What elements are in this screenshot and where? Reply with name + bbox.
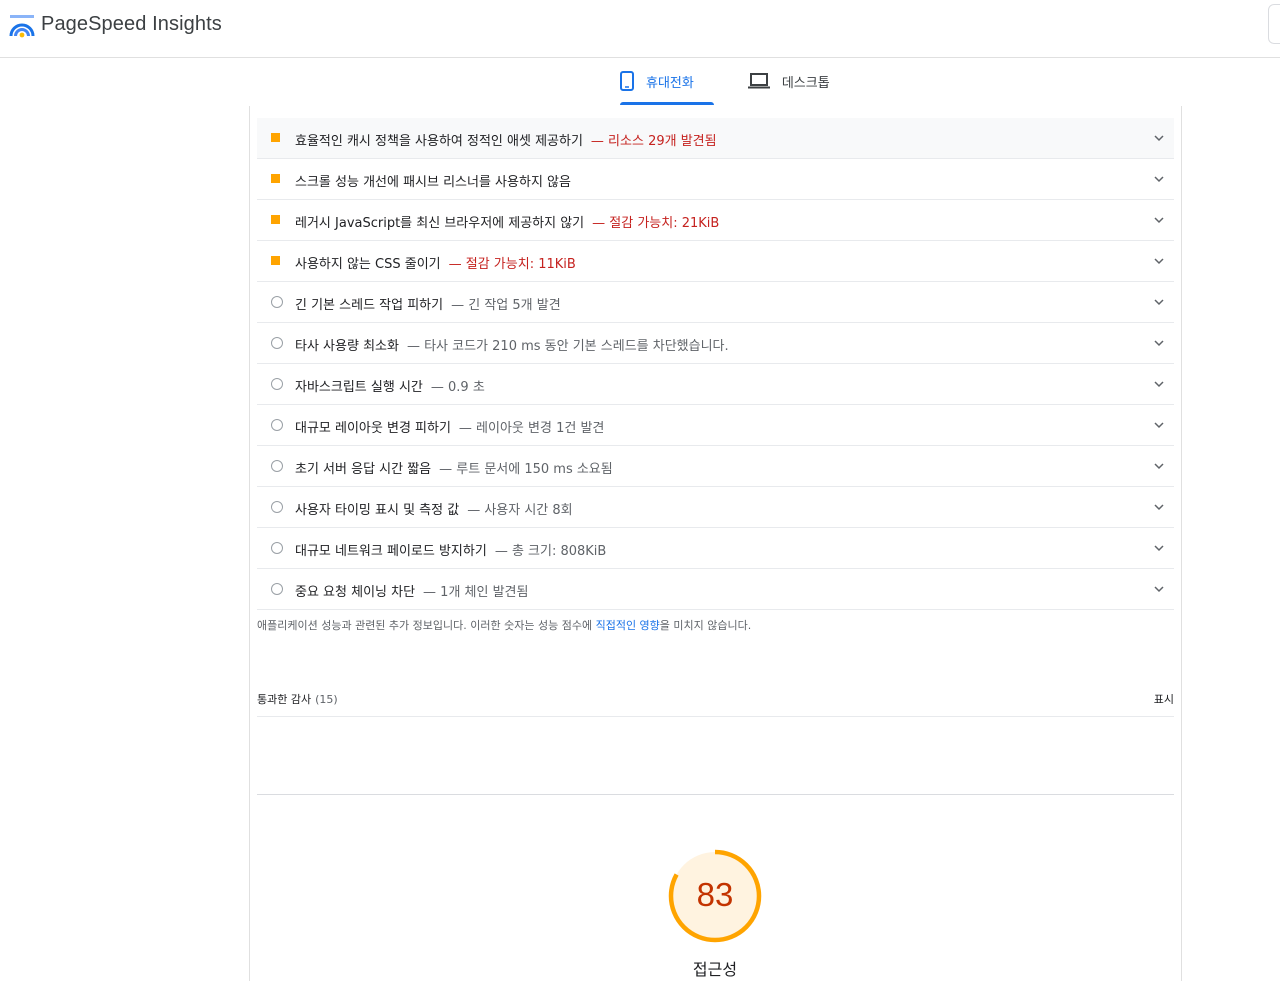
audit-row[interactable]: 타사 사용량 최소화 — 타사 코드가 210 ms 동안 기본 스레드를 차단했… bbox=[257, 323, 1174, 364]
chevron-down-icon[interactable] bbox=[1152, 541, 1166, 555]
audit-title: 타사 사용량 최소화 bbox=[295, 339, 399, 354]
section-divider bbox=[257, 794, 1174, 795]
informative-circle-icon bbox=[271, 583, 283, 595]
audit-display-value: — 총 크기: 808KiB bbox=[494, 544, 607, 559]
audit-display-value: — 리소스 29개 발견됨 bbox=[590, 134, 717, 149]
chevron-down-icon[interactable] bbox=[1152, 418, 1166, 432]
audit-title: 중요 요청 체이닝 차단 bbox=[295, 585, 416, 600]
chevron-down-icon[interactable] bbox=[1152, 213, 1166, 227]
chevron-down-icon[interactable] bbox=[1152, 131, 1166, 145]
chevron-down-icon[interactable] bbox=[1152, 295, 1166, 309]
tab-desktop-label: 데스크톱 bbox=[781, 75, 830, 91]
audit-row[interactable]: 긴 기본 스레드 작업 피하기 — 긴 작업 5개 발견 bbox=[257, 282, 1174, 323]
chevron-down-icon[interactable] bbox=[1152, 254, 1166, 268]
show-passed-audits-toggle[interactable]: 표시 bbox=[1154, 691, 1174, 707]
audit-row[interactable]: 대규모 네트워크 페이로드 방지하기 — 총 크기: 808KiB bbox=[257, 528, 1174, 569]
audit-display-value: — 0.9 초 bbox=[430, 380, 485, 395]
informative-circle-icon bbox=[271, 542, 283, 554]
audit-title: 긴 기본 스레드 작업 피하기 bbox=[295, 298, 444, 313]
audit-title: 초기 서버 응답 시간 짧음 bbox=[295, 462, 432, 477]
audit-display-value: — 사용자 시간 8회 bbox=[467, 503, 573, 518]
pagespeed-logo-icon[interactable] bbox=[9, 14, 35, 38]
chevron-down-icon[interactable] bbox=[1152, 336, 1166, 350]
device-tabs: 휴대전화 데스크톱 bbox=[600, 58, 850, 106]
audit-display-value: — 타사 코드가 210 ms 동안 기본 스레드를 차단했습니다. bbox=[406, 339, 729, 354]
note-text: 애플리케이션 성능과 관련된 추가 정보입니다. 이러한 숫자는 성능 점수에 bbox=[257, 619, 596, 632]
audit-row[interactable]: 대규모 레이아웃 변경 피하기 — 레이아웃 변경 1건 발견 bbox=[257, 405, 1174, 446]
audit-row[interactable]: 사용하지 않는 CSS 줄이기 — 절감 가능치: 11KiB bbox=[257, 241, 1174, 282]
laptop-icon bbox=[747, 73, 770, 89]
audit-display-value: — 절감 가능치: 11KiB bbox=[448, 257, 576, 272]
accessibility-category-label[interactable]: 접근성 bbox=[640, 956, 790, 980]
brand-title[interactable]: PageSpeed Insights bbox=[41, 13, 222, 36]
passed-audits-group[interactable]: 통과한 감사 (15) 표시 bbox=[257, 681, 1174, 717]
tab-mobile[interactable]: 휴대전화 bbox=[600, 58, 714, 105]
header-right-edge bbox=[1268, 4, 1280, 44]
app-header: PageSpeed Insights bbox=[0, 0, 1280, 58]
note-text-end: 을 미치지 않습니다. bbox=[659, 619, 752, 632]
audit-display-value: — 긴 작업 5개 발견 bbox=[451, 298, 561, 313]
diagnostics-note: 애플리케이션 성능과 관련된 추가 정보입니다. 이러한 숫자는 성능 점수에 … bbox=[257, 617, 751, 633]
chevron-down-icon[interactable] bbox=[1152, 500, 1166, 514]
informative-circle-icon bbox=[271, 419, 283, 431]
audit-display-value: — 절감 가능치: 21KiB bbox=[592, 216, 720, 231]
informative-circle-icon bbox=[271, 337, 283, 349]
tab-desktop[interactable]: 데스크톱 bbox=[728, 58, 850, 104]
mobile-phone-icon bbox=[620, 71, 634, 91]
chevron-down-icon[interactable] bbox=[1152, 459, 1166, 473]
audit-title: 대규모 네트워크 페이로드 방지하기 bbox=[295, 544, 487, 559]
passed-audits-label: 통과한 감사 bbox=[257, 693, 312, 706]
chevron-down-icon[interactable] bbox=[1152, 582, 1166, 596]
informative-circle-icon bbox=[271, 501, 283, 513]
audit-display-value: — 1개 체인 발견됨 bbox=[423, 585, 529, 600]
audit-row[interactable]: 중요 요청 체이닝 차단 — 1개 체인 발견됨 bbox=[257, 569, 1174, 610]
passed-audits-count: (15) bbox=[315, 693, 338, 706]
informative-circle-icon bbox=[271, 460, 283, 472]
audit-title: 레거시 JavaScript를 최신 브라우저에 제공하지 않기 bbox=[295, 216, 585, 231]
warning-square-icon bbox=[271, 174, 280, 183]
informative-circle-icon bbox=[271, 378, 283, 390]
audit-row[interactable]: 초기 서버 응답 시간 짧음 — 루트 문서에 150 ms 소요됨 bbox=[257, 446, 1174, 487]
audit-row[interactable]: 사용자 타이밍 표시 및 측정 값 — 사용자 시간 8회 bbox=[257, 487, 1174, 528]
tab-mobile-label: 휴대전화 bbox=[646, 75, 694, 91]
chevron-down-icon[interactable] bbox=[1152, 172, 1166, 186]
audit-row[interactable]: 스크롤 성능 개선에 패시브 리스너를 사용하지 않음 bbox=[257, 159, 1174, 200]
audit-row[interactable]: 레거시 JavaScript를 최신 브라우저에 제공하지 않기 — 절감 가능치… bbox=[257, 200, 1174, 241]
diagnostics-audit-list: 효율적인 캐시 정책을 사용하여 정적인 애셋 제공하기 — 리소스 29개 발견… bbox=[257, 118, 1174, 610]
warning-square-icon bbox=[271, 133, 280, 142]
chevron-down-icon[interactable] bbox=[1152, 377, 1166, 391]
warning-square-icon bbox=[271, 215, 280, 224]
audit-row[interactable]: 자바스크립트 실행 시간 — 0.9 초 bbox=[257, 364, 1174, 405]
direct-impact-link[interactable]: 직접적인 영향 bbox=[596, 619, 660, 632]
audit-title: 스크롤 성능 개선에 패시브 리스너를 사용하지 않음 bbox=[295, 175, 571, 190]
audit-display-value: — 루트 문서에 150 ms 소요됨 bbox=[439, 462, 613, 477]
audit-display-value: — 레이아웃 변경 1건 발견 bbox=[458, 421, 605, 436]
audit-title: 효율적인 캐시 정책을 사용하여 정적인 애셋 제공하기 bbox=[295, 134, 583, 149]
audit-title: 자바스크립트 실행 시간 bbox=[295, 380, 423, 395]
warning-square-icon bbox=[271, 256, 280, 265]
informative-circle-icon bbox=[271, 296, 283, 308]
audit-row[interactable]: 효율적인 캐시 정책을 사용하여 정적인 애셋 제공하기 — 리소스 29개 발견… bbox=[257, 118, 1174, 159]
audit-title: 대규모 레이아웃 변경 피하기 bbox=[295, 421, 451, 436]
audit-title: 사용하지 않는 CSS 줄이기 bbox=[295, 257, 441, 272]
accessibility-score-value: 83 bbox=[696, 876, 734, 913]
audit-title: 사용자 타이밍 표시 및 측정 값 bbox=[295, 503, 460, 518]
